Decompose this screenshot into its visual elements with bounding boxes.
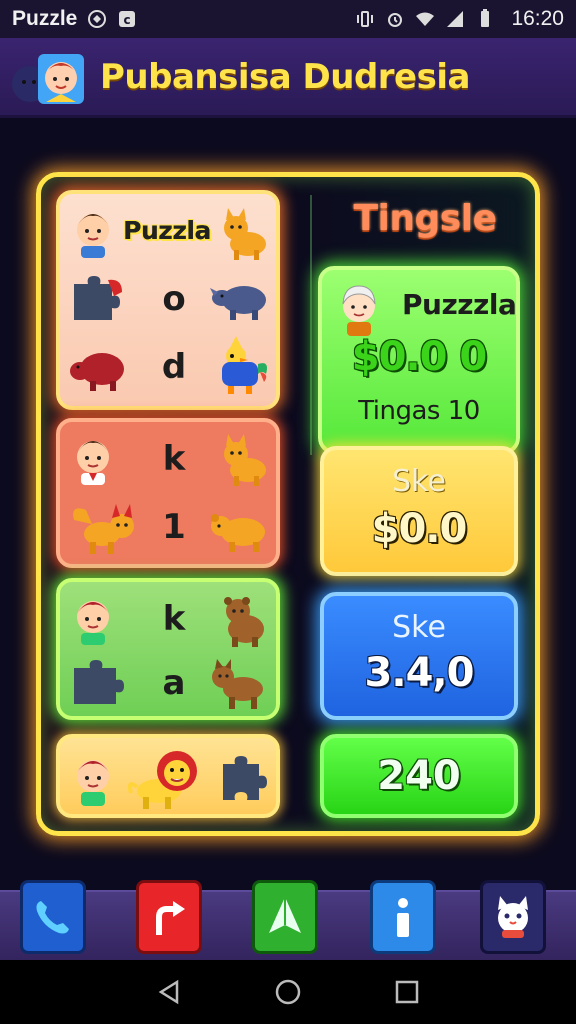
info-icon xyxy=(397,898,409,937)
share-button[interactable] xyxy=(136,880,202,954)
grid-letter[interactable]: a xyxy=(152,658,196,708)
score-card-player[interactable]: Puzzzla $0.0 0 Tingas 10 xyxy=(318,266,520,454)
tile-group-2[interactable]: k 1 xyxy=(56,418,280,568)
tile-group-4[interactable] xyxy=(56,734,280,818)
page-title: Pubansisa Dudresia xyxy=(100,56,470,97)
card-label: Ske xyxy=(392,464,446,499)
svg-text:c: c xyxy=(124,13,131,27)
lion-icon xyxy=(124,742,206,812)
orange-bear-icon xyxy=(208,502,272,556)
blue-rhino-icon xyxy=(208,270,274,328)
orange-cat-icon xyxy=(216,204,272,262)
alarm-icon xyxy=(388,13,403,27)
player-name: Puzzzla xyxy=(402,288,517,321)
player-subtitle: Tingas 10 xyxy=(358,396,480,426)
boy-avatar-icon xyxy=(68,430,118,488)
card-value: 3.4,0 xyxy=(364,650,475,696)
score-card-blue[interactable]: Ske 3.4,0 xyxy=(320,592,518,720)
puzzle-piece-icon xyxy=(216,748,272,806)
back-icon[interactable] xyxy=(155,978,183,1006)
phone-icon xyxy=(36,901,69,934)
status-app-name: Puzzle xyxy=(12,7,78,30)
app-header: Pubansisa Dudresia xyxy=(0,38,576,118)
cat-icon xyxy=(498,896,528,938)
orange-fox-icon xyxy=(68,498,144,558)
grid-letter[interactable]: 1 xyxy=(152,502,196,552)
signal-icon xyxy=(447,11,464,27)
grid-letter[interactable]: k xyxy=(152,434,196,484)
status-time: 16:20 xyxy=(511,7,564,30)
system-navbar xyxy=(0,960,576,1024)
tile-group-3[interactable]: k a xyxy=(56,578,280,720)
recents-icon[interactable] xyxy=(393,978,421,1006)
wifi-icon xyxy=(416,12,435,26)
right-title: Tingsle xyxy=(353,198,497,239)
info-button[interactable] xyxy=(370,880,436,954)
tile-group-1[interactable]: Puzzla o d xyxy=(56,190,280,410)
vibrate-icon xyxy=(357,11,374,27)
yellow-bird-icon xyxy=(212,332,272,398)
paper-plane-icon xyxy=(269,897,301,933)
send-button[interactable] xyxy=(252,880,318,954)
puzzle-piece-icon xyxy=(68,270,124,328)
grandma-avatar-icon xyxy=(334,280,388,340)
brown-bear-icon xyxy=(216,590,272,648)
orange-cat-icon xyxy=(216,430,272,488)
avatar-icon[interactable] xyxy=(8,46,88,108)
status-bar: Puzzle c 16:20 xyxy=(0,0,576,38)
score-button[interactable]: 240 xyxy=(320,734,518,818)
battery-icon xyxy=(481,9,490,27)
puzzla-label: Puzzla xyxy=(123,215,211,245)
brown-dog-icon xyxy=(208,654,272,712)
boy-avatar-icon xyxy=(68,204,118,260)
grid-letter[interactable]: k xyxy=(152,594,196,644)
score-value: 240 xyxy=(377,753,461,799)
share-arrow-icon xyxy=(156,901,185,935)
card-label: Ske xyxy=(392,610,446,645)
puzzle-piece-icon xyxy=(66,654,132,710)
boy-avatar-icon xyxy=(68,590,118,648)
cat-button[interactable] xyxy=(480,880,546,954)
phone-button[interactable] xyxy=(20,880,86,954)
player-money: $0.0 0 xyxy=(351,334,487,380)
red-boar-icon xyxy=(66,340,132,396)
app-c-icon: c xyxy=(119,11,136,27)
card-value: $0.0 xyxy=(371,506,468,552)
app-shield-icon xyxy=(88,10,107,28)
grid-letter[interactable]: o xyxy=(152,274,196,324)
score-card-yellow[interactable]: Ske $0.0 xyxy=(320,446,518,576)
board-divider xyxy=(310,195,312,455)
home-icon[interactable] xyxy=(274,978,302,1006)
boy-avatar-icon xyxy=(68,746,118,810)
grid-letter[interactable]: d xyxy=(152,342,196,392)
